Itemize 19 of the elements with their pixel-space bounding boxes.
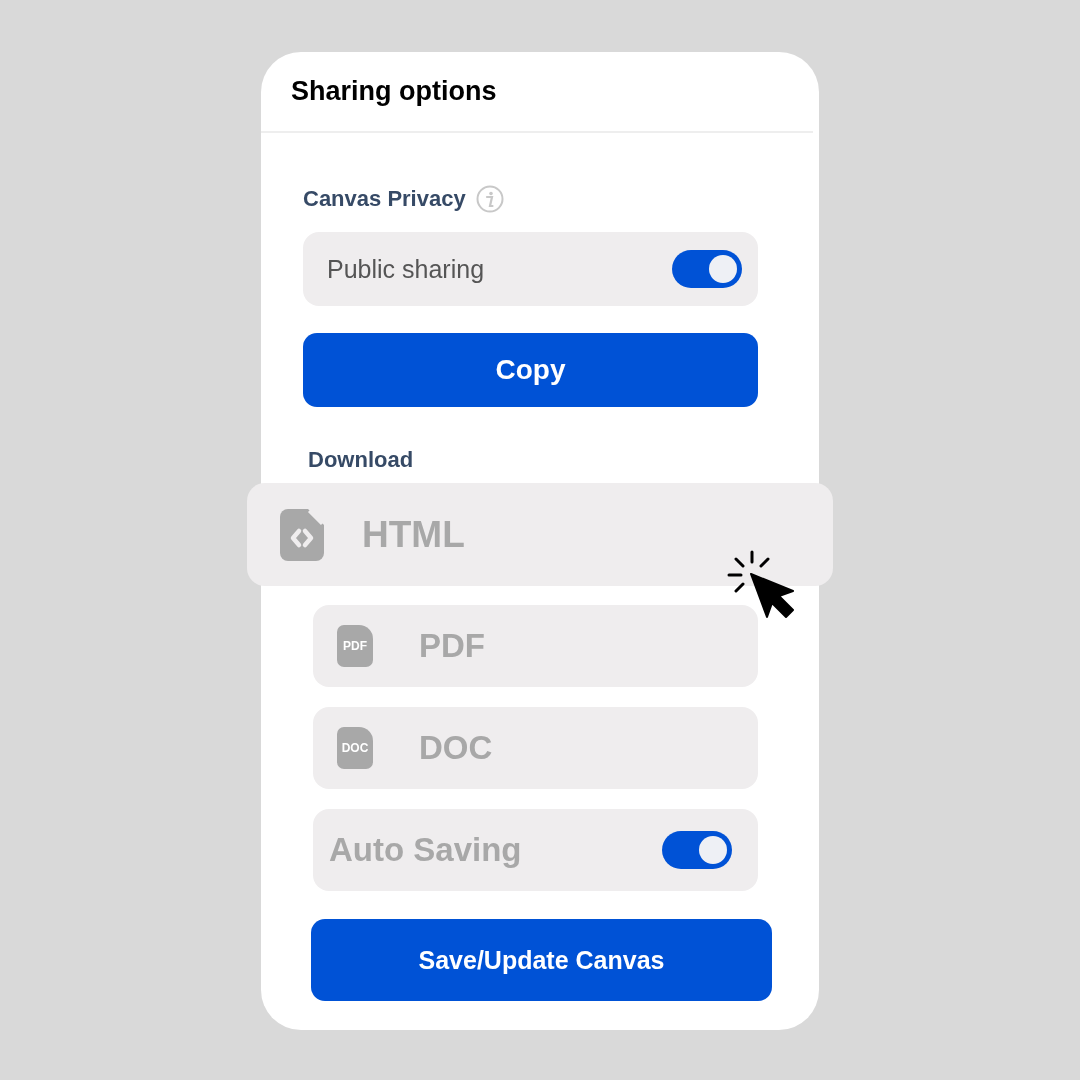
section-heading: Download (308, 447, 415, 473)
format-label: HTML (362, 513, 465, 556)
save-button[interactable]: Save/Update Canvas (311, 919, 772, 1001)
file-icon: DOC (337, 727, 373, 769)
download-option[interactable]: HTML (247, 483, 833, 586)
copy-button[interactable]: Copy (303, 333, 758, 407)
click-cursor-icon (727, 550, 797, 620)
section-heading: Canvas Privacy (303, 186, 466, 212)
download-option[interactable]: DOC DOC (313, 707, 758, 789)
format-label: PDF (419, 627, 485, 665)
panel-title: Sharing options (291, 76, 497, 107)
code-file-icon (280, 508, 324, 561)
setting-label: Public sharing (327, 254, 485, 284)
toggle-switch[interactable] (672, 250, 742, 288)
format-label: DOC (419, 729, 493, 767)
file-icon: PDF (337, 625, 373, 667)
setting-label: Auto Saving (329, 831, 522, 869)
download-option[interactable]: PDF PDF (313, 605, 758, 687)
toggle-switch[interactable] (662, 831, 732, 869)
